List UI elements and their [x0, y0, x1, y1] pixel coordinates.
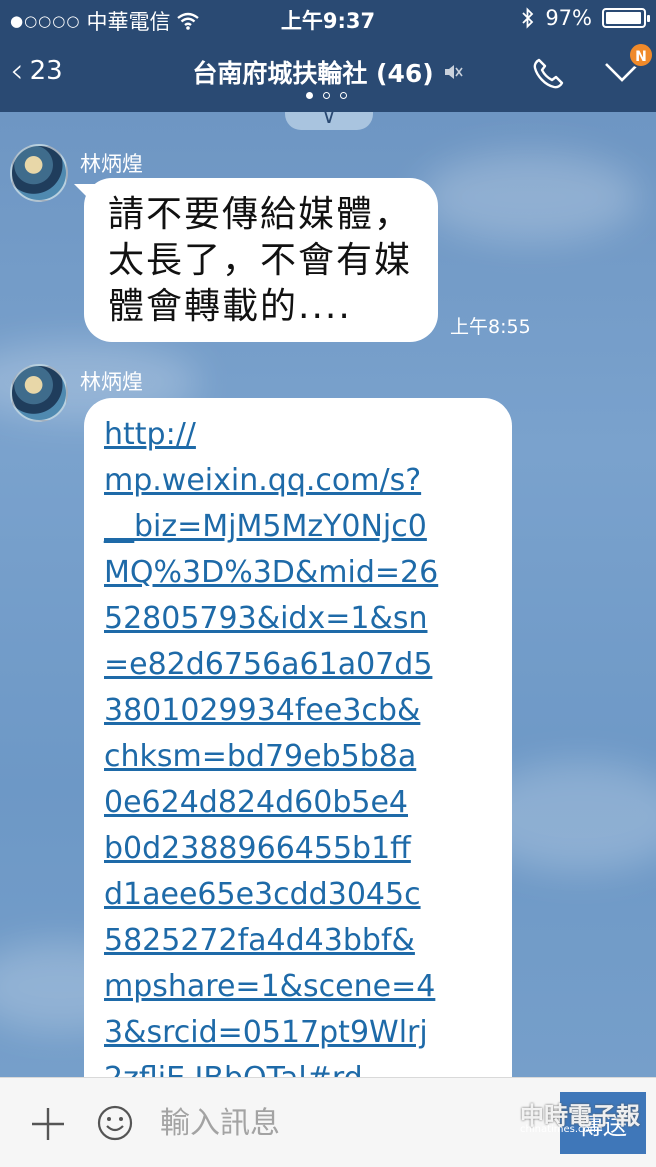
sender-name: 林炳煌	[80, 370, 143, 394]
message-link[interactable]: http:// mp.weixin.qq.com/s? __biz=MjM5Mz…	[84, 398, 512, 1077]
input-bar: 傳送	[0, 1077, 656, 1167]
notification-badge: N	[628, 42, 654, 68]
status-bar: ●○○○○ 中華電信 上午9:37 97%	[0, 0, 656, 36]
battery-fill	[606, 12, 641, 24]
page-dot-active	[306, 92, 313, 99]
chat-area[interactable]: ∨ 林炳煌 請不要傳給媒體， 太長了，不會有媒 體會轉載的.... 上午8:55…	[0, 112, 656, 1077]
page-dots	[306, 92, 347, 99]
emoji-icon[interactable]	[96, 1104, 134, 1142]
plus-icon[interactable]	[30, 1106, 66, 1142]
message-text: 請不要傳給媒體， 太長了，不會有媒 體會轉載的....	[108, 194, 413, 327]
bluetooth-icon	[522, 7, 534, 29]
background-cloud	[420, 152, 640, 242]
message-bubble[interactable]: 請不要傳給媒體， 太長了，不會有媒 體會轉載的....	[84, 178, 438, 342]
page-dot	[323, 92, 330, 99]
message-time: 上午8:55	[450, 316, 531, 338]
phone-icon[interactable]	[530, 56, 566, 92]
sender-name: 林炳煌	[80, 152, 143, 176]
message-input[interactable]	[160, 1098, 540, 1148]
battery-icon	[602, 8, 650, 28]
battery-percent: 97%	[545, 6, 592, 30]
page-dot	[340, 92, 347, 99]
send-button[interactable]: 傳送	[560, 1092, 646, 1154]
group-title: 台南府城扶輪社 (46)	[192, 59, 434, 88]
chat-header: ‹ 23 台南府城扶輪社 (46)	[0, 36, 656, 112]
page-indicator-tab[interactable]: ∨	[285, 112, 373, 130]
avatar[interactable]	[10, 144, 68, 202]
status-right: 97%	[521, 6, 650, 30]
mute-icon	[444, 65, 463, 79]
message-bubble[interactable]: http:// mp.weixin.qq.com/s? __biz=MjM5Mz…	[84, 398, 512, 1077]
avatar[interactable]	[10, 364, 68, 422]
